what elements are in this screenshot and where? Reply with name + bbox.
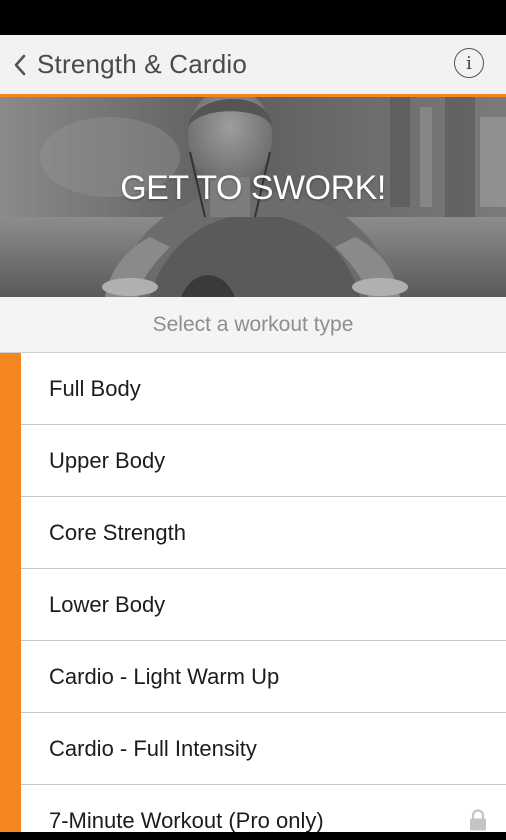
workout-item-cardio-full[interactable]: Cardio - Full Intensity <box>0 713 506 785</box>
hero-banner: GET TO SWORK! <box>0 97 506 297</box>
chevron-left-icon <box>9 50 31 80</box>
workout-item-lower-body[interactable]: Lower Body <box>0 569 506 641</box>
page-title: Strength & Cardio <box>37 49 248 79</box>
bottom-system-bar <box>0 832 506 840</box>
accent-bar <box>0 425 21 497</box>
accent-bar <box>0 641 21 713</box>
workout-item-full-body[interactable]: Full Body <box>0 353 506 425</box>
workout-item-label: Cardio - Full Intensity <box>49 735 257 761</box>
workout-item-core-strength[interactable]: Core Strength <box>0 497 506 569</box>
status-bar <box>0 0 506 35</box>
lock-icon <box>468 809 488 831</box>
accent-bar <box>0 497 21 569</box>
workout-type-list: Full Body Upper Body Core Strength Lower… <box>0 353 506 840</box>
workout-item-cardio-light[interactable]: Cardio - Light Warm Up <box>0 641 506 713</box>
workout-item-label: Cardio - Light Warm Up <box>49 663 280 689</box>
workout-item-label: Upper Body <box>49 447 166 473</box>
accent-bar <box>0 569 21 641</box>
workout-item-label: Full Body <box>49 375 141 401</box>
hero-title: GET TO SWORK! <box>120 169 386 207</box>
app-screen: Strength & Cardio i GET TO SWORK! Select… <box>0 0 506 840</box>
workout-type-header: Select a workout type <box>0 297 506 353</box>
back-button[interactable]: Strength & Cardio <box>0 35 247 94</box>
workout-item-label: Core Strength <box>49 519 186 545</box>
accent-bar <box>0 713 21 785</box>
workout-item-label: Lower Body <box>49 591 166 617</box>
navigation-bar: Strength & Cardio i <box>0 35 506 97</box>
workout-item-upper-body[interactable]: Upper Body <box>0 425 506 497</box>
accent-bar <box>0 353 21 425</box>
info-icon[interactable]: i <box>454 48 484 78</box>
